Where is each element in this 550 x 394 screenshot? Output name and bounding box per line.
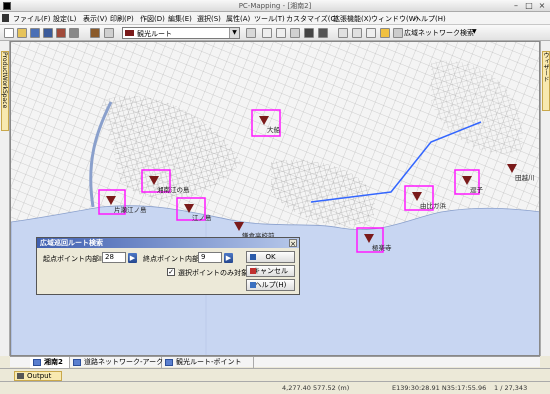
- dialog-close-button[interactable]: ×: [289, 239, 297, 248]
- output-button[interactable]: Output: [14, 371, 62, 381]
- grid-tool-icon[interactable]: [290, 28, 300, 38]
- point-tool-icon[interactable]: [318, 28, 328, 38]
- layer-select[interactable]: 観光ルート ▼: [122, 27, 240, 39]
- select-tool-icon[interactable]: [246, 28, 256, 38]
- poi-label: 江ノ島: [192, 213, 212, 222]
- cancel-icon: [250, 268, 256, 274]
- network-icon[interactable]: [393, 28, 403, 38]
- menu-file[interactable]: ファイル(F): [13, 14, 51, 24]
- table-tab-icon: [73, 359, 81, 366]
- form-icon[interactable]: [352, 28, 362, 38]
- highlight-icon[interactable]: [380, 28, 390, 38]
- menu-settings[interactable]: 設定(L): [53, 14, 76, 24]
- poi-label: 大船: [267, 125, 281, 134]
- document-tabs: 湘南2 道路ネットワーク-アーク 観光ルート-ポイント: [10, 356, 540, 368]
- map-tab-icon: [33, 359, 41, 366]
- layer-select-icon: [125, 30, 134, 36]
- status-scale: 1 / 27,343: [494, 384, 528, 392]
- menu-customize[interactable]: カスタマイズ(C): [286, 14, 338, 24]
- maximize-button[interactable]: □: [523, 1, 535, 10]
- workspace-tab[interactable]: ProductWorkSpace: [1, 51, 9, 131]
- table-icon[interactable]: [338, 28, 348, 38]
- menu-attribute[interactable]: 属性(A): [226, 14, 250, 24]
- start-point-label: 起点ポイント内部ID: [43, 255, 107, 263]
- menu-edit[interactable]: 編集(E): [168, 14, 192, 24]
- status-geo: E139:30:28.91 N35:17:55.96: [392, 384, 487, 392]
- status-bar: 4,277.40 577.52 (m) E139:30:28.91 N35:17…: [0, 381, 550, 394]
- ok-button[interactable]: OK: [246, 251, 295, 263]
- title-bar: PC-Mapping - [湘南2] – □ ×: [0, 0, 550, 12]
- route-search-dialog: 広域巡回ルート検索 × 起点ポイント内部ID 28 ▶ 終点ポイント内部ID 9…: [36, 237, 300, 295]
- save-icon[interactable]: [30, 28, 40, 38]
- close-button[interactable]: ×: [536, 1, 548, 10]
- start-point-arrow-button[interactable]: ▶: [128, 253, 137, 263]
- table-tab-icon: [165, 359, 173, 366]
- cancel-button[interactable]: キャンセル: [246, 265, 295, 277]
- new-icon[interactable]: [4, 28, 14, 38]
- selected-only-label: 選択ポイントのみ対象: [178, 269, 248, 277]
- menu-bar: ファイル(F) 設定(L) 表示(V) 印刷(P) 作図(D) 編集(E) 選択…: [0, 12, 550, 25]
- toolbar: 観光ルート ▼ 広域ネットワーク検索 ▼: [0, 25, 550, 41]
- network-search-label[interactable]: 広域ネットワーク検索: [404, 28, 474, 38]
- left-panel: ProductWorkSpace: [0, 41, 10, 356]
- help-button[interactable]: ヘルプ(H): [246, 279, 295, 291]
- tab-tourist-route-points[interactable]: 観光ルート-ポイント: [162, 357, 254, 368]
- start-point-input[interactable]: 28: [102, 252, 126, 263]
- right-panel: ウィザード: [540, 41, 550, 356]
- end-point-input[interactable]: 9: [198, 252, 222, 263]
- window-title: PC-Mapping - [湘南2]: [238, 2, 312, 10]
- export-icon[interactable]: [56, 28, 66, 38]
- menu-draw[interactable]: 作図(D): [140, 14, 165, 24]
- minimize-button[interactable]: –: [510, 1, 522, 10]
- map-canvas[interactable]: 大船 湘南江の島 江ノ島 片瀬江ノ島 鎌倉高校前 極楽寺 由比ガ浜 逗子 田越川: [10, 41, 540, 356]
- chevron-down-icon[interactable]: ▼: [229, 28, 239, 38]
- output-bar: [0, 368, 550, 381]
- menu-view[interactable]: 表示(V): [83, 14, 107, 24]
- layer-select-value: 観光ルート: [137, 30, 172, 38]
- menu-window[interactable]: ウィンドウ(W): [371, 14, 418, 24]
- poi-label: 田越川: [515, 173, 535, 182]
- network-search-dropdown-icon[interactable]: ▼: [472, 28, 477, 35]
- dialog-title: 広域巡回ルート検索: [37, 238, 299, 248]
- poi-label: 逗子: [470, 185, 484, 194]
- menu-print[interactable]: 印刷(P): [110, 14, 134, 24]
- wizard-tab[interactable]: ウィザード: [542, 51, 550, 111]
- output-icon: [17, 373, 24, 379]
- end-point-label: 終点ポイント内部ID: [143, 255, 207, 263]
- menu-tools[interactable]: ツール(T): [254, 14, 285, 24]
- poi-label: 由比ガ浜: [420, 201, 447, 210]
- check-icon: [250, 254, 256, 260]
- open-icon[interactable]: [17, 28, 27, 38]
- node-tool-icon[interactable]: [304, 28, 314, 38]
- end-point-arrow-button[interactable]: ▶: [224, 253, 233, 263]
- poi-label: 片瀬江ノ島: [114, 205, 147, 214]
- text-tool-icon[interactable]: [262, 28, 272, 38]
- layer-list-icon[interactable]: [104, 28, 114, 38]
- poi-label: 極楽寺: [372, 243, 392, 252]
- page-icon[interactable]: [366, 28, 376, 38]
- menu-select[interactable]: 選択(S): [197, 14, 221, 24]
- help-icon: [250, 282, 256, 288]
- selected-only-checkbox[interactable]: ✓: [167, 268, 175, 276]
- status-coords: 4,277.40 577.52 (m): [282, 384, 350, 392]
- pen-tool-icon[interactable]: [276, 28, 286, 38]
- tab-shonan2[interactable]: 湘南2: [30, 357, 70, 368]
- menu-help[interactable]: ヘルプ(H): [414, 14, 446, 24]
- save-all-icon[interactable]: [43, 28, 53, 38]
- poi-label: 湘南江の島: [157, 185, 190, 194]
- layer-icon[interactable]: [90, 28, 100, 38]
- menu-extensions[interactable]: 拡張機能(X): [333, 14, 371, 24]
- map-svg: 大船湘南江の島江ノ島片瀬江ノ島鎌倉高校前極楽寺由比ガ浜逗子田越川: [11, 42, 539, 355]
- print-icon[interactable]: [69, 28, 79, 38]
- doc-icon: [2, 14, 9, 22]
- tab-road-network[interactable]: 道路ネットワーク-アーク: [70, 357, 163, 368]
